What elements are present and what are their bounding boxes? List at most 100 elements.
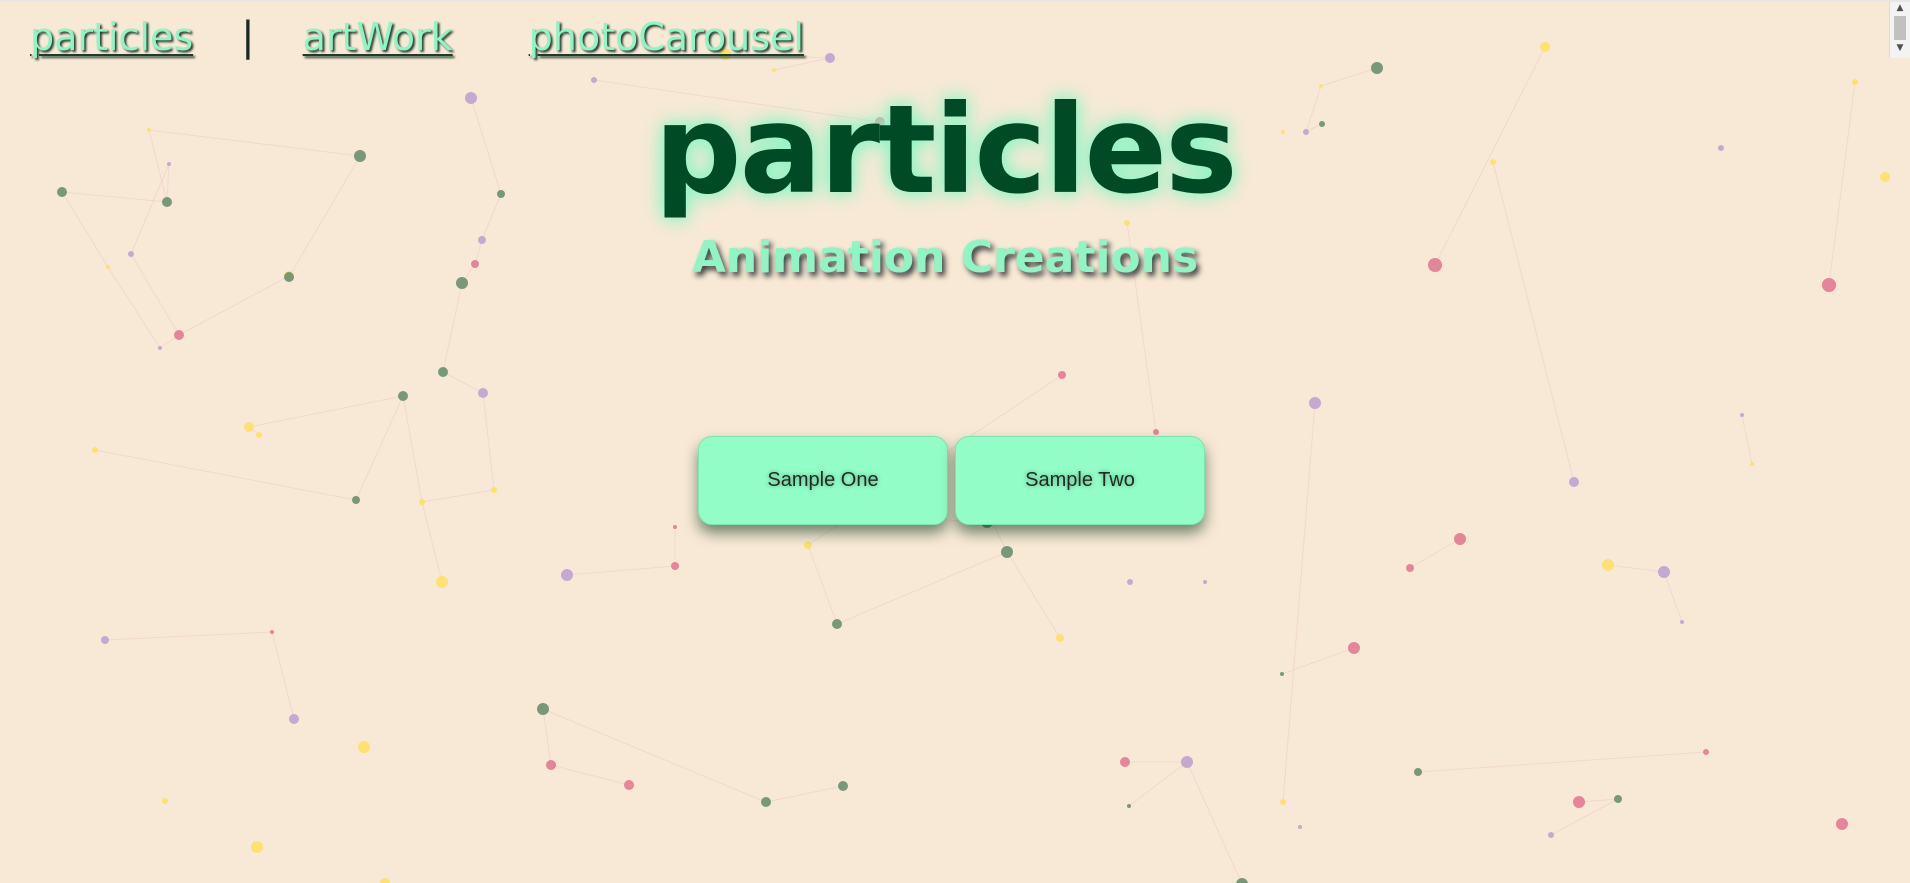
sample-two-button[interactable]: Sample Two [955, 436, 1205, 525]
triangle-up-icon[interactable]: ▲ [1890, 2, 1910, 14]
particle-link [1282, 402, 1316, 803]
particle-link [566, 565, 676, 576]
particle-dot [174, 330, 184, 340]
particle-dot [1056, 634, 1064, 642]
sample-buttons: Sample One Sample Two [698, 436, 1205, 525]
particle-dot [772, 68, 776, 72]
particle-dot [158, 346, 162, 350]
particle-link [1417, 751, 1707, 773]
particle-dot [1298, 825, 1302, 829]
nav-link-particles[interactable]: particles [30, 15, 193, 59]
particle-dot [380, 878, 390, 883]
particle-dot [1280, 672, 1284, 676]
particle-dot [671, 562, 679, 570]
particle-link [1550, 798, 1619, 836]
page-subtitle: Animation Creations [691, 232, 1199, 283]
particle-dot [438, 367, 448, 377]
particle-dot [92, 447, 98, 453]
particle-dot [270, 630, 274, 634]
particle-link [1663, 571, 1683, 623]
triangle-down-icon[interactable]: ▼ [1890, 42, 1910, 54]
nav-link-artwork[interactable]: artWork [303, 15, 453, 59]
particle-link [807, 544, 838, 625]
particle-link [402, 395, 423, 503]
page-title: particles [654, 79, 1237, 221]
page-root: particles | artWork photoCarousel partic… [0, 0, 1910, 883]
particle-dot [1236, 878, 1248, 883]
particle-dot [478, 388, 488, 398]
particle-link [542, 708, 552, 766]
particle-dot [838, 781, 848, 791]
particle-link [1128, 761, 1188, 807]
particle-dot [1127, 804, 1131, 808]
particle-link [1607, 564, 1665, 573]
particle-link [421, 489, 495, 503]
particle-dot [436, 576, 448, 588]
particle-link [1741, 414, 1753, 465]
scrollbar-thumb[interactable] [1894, 16, 1906, 40]
particle-dot [1414, 768, 1422, 776]
particle-link [271, 631, 295, 720]
particle-dot [1406, 564, 1414, 572]
particle-dot [1454, 533, 1466, 545]
particle-dot [1120, 757, 1130, 767]
particle-dot [352, 496, 360, 504]
particle-dot [1750, 462, 1754, 466]
particle-link [1006, 551, 1061, 639]
particle-dot [1658, 566, 1670, 578]
nav-link-photocarousel[interactable]: photoCarousel [529, 15, 804, 59]
particle-dot [1740, 413, 1744, 417]
particle-dot [289, 714, 299, 724]
particle-dot [561, 569, 573, 581]
particle-dot [1181, 756, 1193, 768]
particle-dot [251, 841, 263, 853]
particle-dot [1602, 559, 1614, 571]
particle-dot [761, 797, 771, 807]
particle-dot [1001, 546, 1013, 558]
particle-dot [1309, 397, 1321, 409]
particle-dot [1348, 642, 1360, 654]
particle-dot [358, 741, 370, 753]
top-nav: particles | artWork photoCarousel [30, 12, 804, 62]
particle-link [542, 708, 767, 803]
particle-dot [398, 391, 408, 401]
particle-dot [491, 487, 497, 493]
particle-link [355, 395, 404, 501]
particle-dot [1153, 429, 1159, 435]
particle-dot [101, 636, 109, 644]
particle-link [1186, 761, 1243, 883]
particle-link [836, 551, 1008, 625]
particle-dot [537, 703, 549, 715]
particle-link [178, 275, 290, 336]
particle-link [442, 371, 484, 394]
particle-link [482, 392, 495, 491]
particle-dot [1203, 580, 1207, 584]
particle-dot [1058, 371, 1066, 379]
vertical-scrollbar[interactable]: ▲ ▼ [1889, 2, 1910, 58]
particle-dot [1280, 799, 1286, 805]
particle-dot [825, 53, 835, 63]
particle-link [1281, 647, 1355, 675]
particle-link [104, 631, 273, 641]
particle-link [248, 395, 404, 428]
particle-link [94, 449, 357, 501]
particle-dot [624, 780, 634, 790]
particle-dot [1614, 795, 1622, 803]
particle-link [765, 785, 844, 803]
particle-link [550, 764, 630, 786]
particle-dot [244, 422, 254, 432]
particle-dot [1540, 42, 1550, 52]
particle-link [1409, 538, 1461, 569]
particle-dot [1569, 477, 1579, 487]
particle-dot [832, 619, 842, 629]
particle-link [421, 501, 443, 583]
particle-dot [256, 432, 262, 438]
particle-dot [162, 798, 168, 804]
particle-dot [546, 760, 556, 770]
particle-dot [1548, 832, 1554, 838]
particle-dot [1371, 62, 1383, 74]
nav-separator: | [241, 14, 255, 60]
sample-one-button[interactable]: Sample One [698, 436, 948, 525]
particle-dot [1703, 749, 1709, 755]
particle-dot [1127, 579, 1133, 585]
